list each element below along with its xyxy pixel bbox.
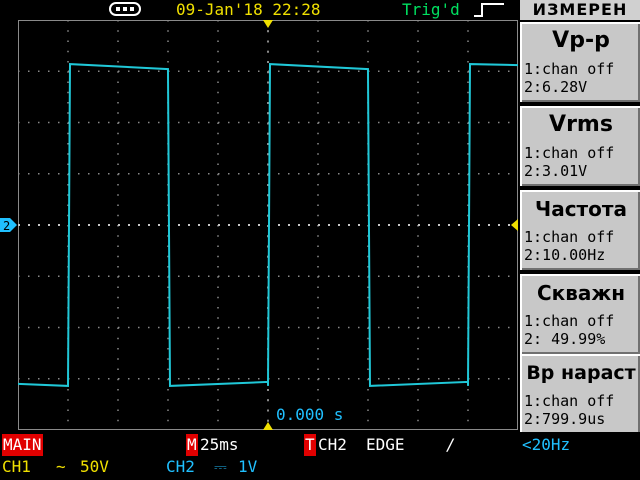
measure-vpp-title: Vp-p <box>552 28 610 53</box>
ch1-label: CH1 <box>2 457 31 476</box>
measure-frequency-ch2: 2:10.00Hz <box>524 246 606 264</box>
measure-vpp[interactable]: Vp-p 1:chan off 2:6.28V <box>520 22 640 102</box>
time-offset-readout: 0.000 s <box>274 405 346 425</box>
ch2-marker-text: 2 <box>3 219 10 233</box>
trigger-slope-icon: / <box>446 435 456 454</box>
measure-frequency[interactable]: Частота 1:chan off 2:10.00Hz <box>520 190 640 270</box>
ch2-dc-coupling-icon: ⎓ <box>214 457 227 476</box>
trigger-position-marker <box>263 20 273 28</box>
measure-menu: ИЗМЕРЕН Vp-p 1:chan off 2:6.28V Vrms 1:c… <box>520 0 640 434</box>
top-status-bar: 09-Jan'18 22:28 Trig'd <box>0 0 520 20</box>
measure-duty-title: Скважн <box>536 281 626 305</box>
measure-duty[interactable]: Скважн 1:chan off 2: 49.99% <box>520 274 640 354</box>
trigger-level-marker <box>511 219 518 231</box>
trigger-frequency: <20Hz <box>522 435 571 454</box>
measure-frequency-title: Частота <box>535 197 627 221</box>
main-label: MAIN <box>2 434 43 456</box>
trigger-source: CH2 <box>318 435 347 454</box>
waveform-display <box>17 20 519 430</box>
ch2-label: CH2 <box>166 457 195 476</box>
measure-menu-header: ИЗМЕРЕН <box>520 0 640 20</box>
measure-vrms-title: Vrms <box>549 112 613 137</box>
trigger-status: Trig'd <box>402 0 460 19</box>
measure-vpp-ch2: 2:6.28V <box>524 78 588 96</box>
measure-rise-time[interactable]: Вр нараст 1:chan off 2:799.9us <box>520 354 640 434</box>
timebase-m-label: M <box>186 434 198 456</box>
rising-edge-icon <box>472 2 506 22</box>
measure-vpp-ch1: 1:chan off <box>524 60 615 78</box>
measure-vrms-ch2: 2:3.01V <box>524 162 588 180</box>
ch2-scale: 1V <box>238 457 258 476</box>
trigger-t-label: T <box>304 434 316 456</box>
measure-frequency-ch1: 1:chan off <box>524 228 615 246</box>
measure-rise-time-ch1: 1:chan off <box>524 392 615 410</box>
measure-duty-ch2: 2: 49.99% <box>524 330 606 348</box>
measure-vrms-ch1: 1:chan off <box>524 144 615 162</box>
trigger-position-marker-bottom <box>263 422 273 430</box>
bottom-status-bar: MAIN M 25ms T CH2 EDGE / <20Hz CH1 ∼ 50V… <box>0 432 640 480</box>
ch2-level-marker[interactable]: 2 <box>0 216 18 238</box>
ch1-scale: 50V <box>80 457 109 476</box>
measure-duty-ch1: 1:chan off <box>524 312 615 330</box>
measure-rise-time-title: Вр нараст <box>526 362 636 384</box>
measure-rise-time-ch2: 2:799.9us <box>524 410 606 428</box>
timebase-value: 25ms <box>200 435 239 454</box>
waveform-grid <box>17 20 519 430</box>
ch1-ac-coupling-icon: ∼ <box>56 457 66 476</box>
measure-vrms[interactable]: Vrms 1:chan off 2:3.01V <box>520 106 640 186</box>
trigger-type: EDGE <box>366 435 405 454</box>
datetime: 09-Jan'18 22:28 <box>176 0 321 19</box>
